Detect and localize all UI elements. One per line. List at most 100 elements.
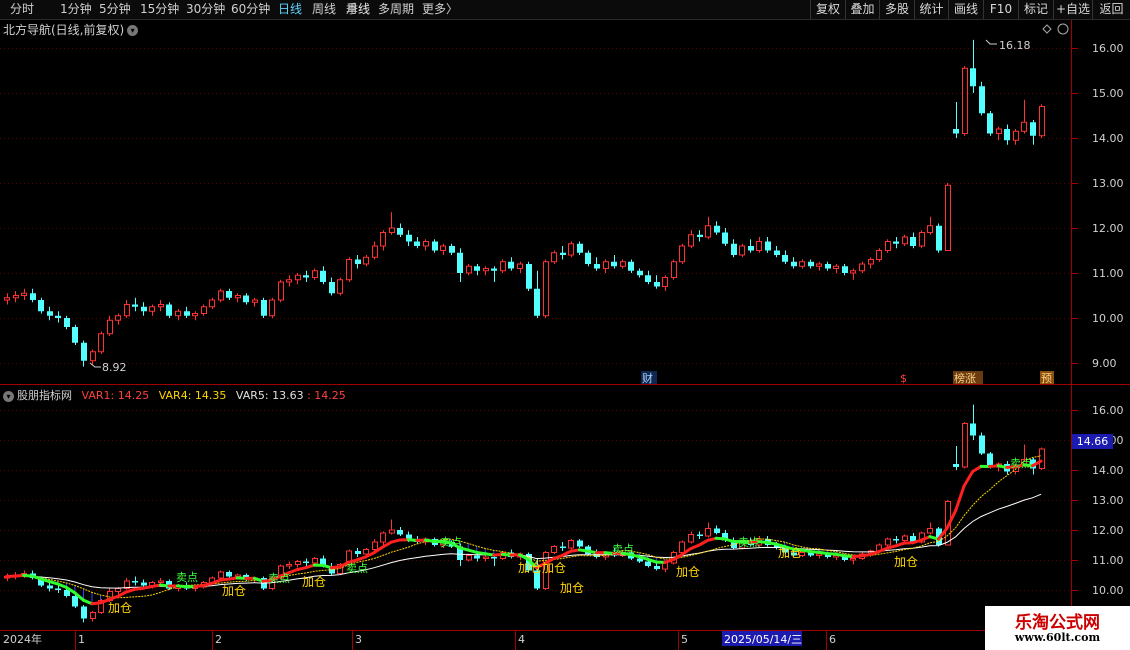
ind-axis-label: 16.00 (1092, 404, 1124, 417)
candle-body (722, 232, 728, 244)
candle-body (739, 245, 745, 256)
candle-body (372, 245, 378, 258)
candle-body (842, 266, 848, 273)
date-label: 2024年 (3, 632, 42, 646)
candle-body (30, 293, 36, 300)
high-annotation: 16.18 (985, 39, 1031, 52)
signal-jiacang: 加仓 (778, 546, 802, 560)
price-axis-label: 16.00 (1092, 42, 1124, 55)
candle-body (603, 261, 609, 269)
candle-body (611, 261, 617, 267)
candle-body (363, 549, 369, 555)
candle-body (269, 299, 275, 317)
candle-body (132, 304, 138, 307)
candle-body (337, 279, 343, 294)
candle-body (235, 295, 241, 299)
candle-body (620, 261, 626, 267)
candle-body (799, 261, 805, 267)
date-label: 6 (829, 633, 836, 646)
main-price-axis: 16.00 15.00 14.00 13.00 12.00 11.00 10.0… (1092, 42, 1124, 370)
chevron-down-icon[interactable]: ▾ (127, 25, 139, 36)
signal-jiacang: 加仓 (676, 565, 700, 579)
candle-body (543, 261, 549, 317)
signal-jiacang: 加仓 (518, 561, 542, 575)
chart-frame (0, 20, 1130, 631)
candle-body (81, 606, 87, 619)
watermark-url: www.60lt.com (1014, 631, 1101, 644)
candle-body (380, 532, 386, 543)
candle-body (286, 279, 292, 283)
candle-body (406, 234, 412, 242)
indicator-title-bar[interactable]: ▾ 股朋指标网 VAR1: 14.25 VAR4: 14.35 VAR5: 13.… (3, 387, 346, 403)
var5-value: 13.63 (272, 389, 304, 402)
candle-body (4, 297, 10, 301)
candle-body (585, 252, 591, 264)
candle-body (132, 581, 138, 583)
var4-value: 14.35 (194, 389, 227, 402)
date-label: 3 (355, 633, 362, 646)
candle-body (714, 225, 720, 233)
price-axis-label: 9.00 (1092, 357, 1117, 370)
price-axis-label: 13.00 (1092, 177, 1124, 190)
cursor-date-label: 2025/05/14/三 (724, 633, 802, 646)
candle-body (876, 250, 882, 260)
candle-body (927, 528, 933, 534)
candle-body (55, 315, 61, 318)
ranking-marker: 榜涨 (954, 371, 976, 385)
candle-body (1030, 122, 1036, 136)
main-panel-title[interactable]: 北方导航(日线,前复权) ▾ (3, 21, 139, 38)
candle-body (90, 612, 96, 619)
candle-body (397, 530, 403, 535)
candle-body (534, 288, 540, 316)
candle-body (389, 529, 395, 534)
candle-body (688, 534, 694, 543)
circle-icon (1057, 23, 1069, 35)
candle-body (141, 306, 147, 312)
candle-body (380, 232, 386, 247)
candle-body (970, 423, 976, 436)
panel-icons[interactable] (1042, 23, 1069, 35)
candle-body (209, 299, 215, 308)
candle-body (90, 351, 96, 362)
candle-body (21, 292, 27, 296)
candle-body (885, 538, 891, 546)
low-annotation: 8.92 (89, 361, 127, 374)
candle-body (637, 270, 643, 276)
candle-body (158, 580, 164, 583)
candle-body (962, 423, 968, 468)
candle-body (902, 535, 908, 541)
ind-axis-label: 11.00 (1092, 554, 1124, 567)
candle-body (432, 241, 438, 251)
candle-body (568, 540, 574, 549)
candle-body (765, 241, 771, 251)
candle-body (850, 270, 856, 274)
candle-body (149, 306, 155, 312)
chevron-down-icon[interactable]: ▾ (3, 390, 14, 402)
candle-body (560, 252, 566, 255)
candle-body (1039, 106, 1045, 137)
signal-maidian: 卖点 (268, 572, 290, 585)
candle-body (218, 290, 224, 301)
candle-body (72, 327, 78, 343)
candle-body (243, 295, 249, 303)
fast-line-segment (962, 469, 975, 488)
var1-value: 14.25 (117, 389, 150, 402)
candle-body (782, 255, 788, 262)
candle-body (252, 299, 258, 303)
candle-body (47, 585, 53, 589)
candle-body (816, 553, 822, 556)
candle-body (987, 113, 993, 134)
candle-body (697, 234, 703, 237)
var4-label: VAR4: (158, 389, 192, 402)
low-price-label: 8.92 (102, 361, 127, 374)
candle-body (919, 232, 925, 247)
stock-chart[interactable]: 16.00 15.00 14.00 13.00 12.00 11.00 10.0… (0, 0, 1130, 650)
candle-body (175, 310, 181, 317)
event-markers[interactable]: 财 $ 榜涨 预 (641, 371, 1054, 385)
forecast-marker: 预 (1041, 372, 1052, 385)
candle-body (508, 261, 514, 269)
candle-body (808, 261, 814, 267)
candle-body (816, 263, 822, 267)
candle-body (688, 234, 694, 247)
current-price-badge: 14.66 (1072, 434, 1113, 449)
